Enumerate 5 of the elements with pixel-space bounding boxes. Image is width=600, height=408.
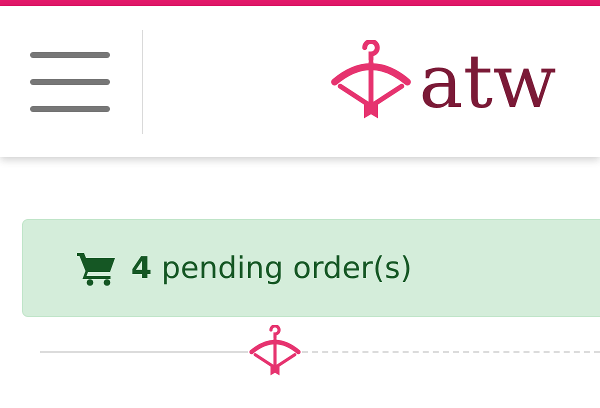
logo[interactable]: atw: [329, 40, 556, 124]
menu-button[interactable]: [30, 52, 110, 112]
pending-orders-text: 4 pending order(s): [131, 250, 412, 286]
logo-text: atw: [419, 44, 556, 118]
cart-icon: [77, 250, 117, 286]
